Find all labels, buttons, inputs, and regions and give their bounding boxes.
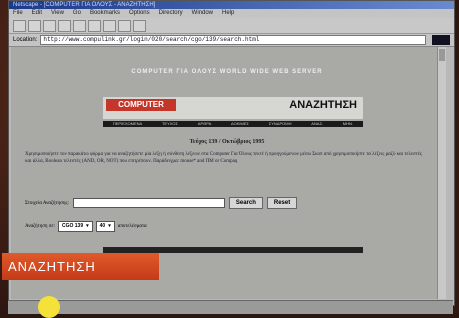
reset-button[interactable]: Reset — [266, 197, 298, 209]
back-button[interactable] — [13, 20, 26, 32]
yellow-dot — [38, 296, 60, 318]
site-nav: ΠΕΡΙΕΧΟΜΕΝΑ ΤΕΥΧΟΣ ΑΡΘΡΑ ΔΟΚΙΜΕΣ ΣΥΝΔΡΟΜ… — [103, 121, 363, 127]
search-row: Στοιχεία Αναζήτησης: Search Reset — [25, 197, 298, 209]
search-input[interactable] — [72, 198, 225, 208]
brand-logo: COMPUTER — [106, 99, 176, 111]
nav-item[interactable]: ΤΕΥΧΟΣ — [162, 121, 178, 127]
status-bar — [8, 300, 453, 314]
nav-item[interactable]: ΠΕΡΙΕΧΟΜΕΝΑ — [113, 121, 142, 127]
caption-overlay: ΑΝΑΖΗΤΗΣΗ — [2, 253, 159, 280]
url-field[interactable]: http://www.compulink.gr/login/020/search… — [40, 35, 426, 45]
menu-view[interactable]: View — [51, 9, 64, 18]
menu-help[interactable]: Help — [222, 9, 234, 18]
menu-directory[interactable]: Directory — [159, 9, 183, 18]
issue-select-value: CGO 139 — [61, 223, 84, 229]
filter-suffix: αποτελέσματα — [117, 224, 147, 229]
nav-item[interactable]: ΔΟΚΙΜΕΣ — [231, 121, 249, 127]
filter-row: Αναζήτηση σε: CGO 139 ▾ 40 ▾ αποτελέσματα — [25, 221, 147, 232]
results-select-value: 40 — [99, 223, 106, 229]
open-button[interactable] — [88, 20, 101, 32]
search-label: Στοιχεία Αναζήτησης: — [25, 200, 69, 206]
nav-item[interactable]: ΣΥΝΔΡΟΜΗ — [269, 121, 292, 127]
scrollbar-thumb[interactable] — [439, 49, 445, 61]
print-button[interactable] — [103, 20, 116, 32]
location-label: Location: — [13, 37, 38, 43]
menu-edit[interactable]: Edit — [32, 9, 42, 18]
menu-bar: File Edit View Go Bookmarks Options Dire… — [9, 9, 454, 18]
menu-bookmarks[interactable]: Bookmarks — [90, 9, 120, 18]
nav-item[interactable]: ΑΡΘΡΑ — [198, 121, 212, 127]
search-button[interactable]: Search — [228, 197, 263, 209]
filter-label: Αναζήτηση σε: — [25, 224, 55, 229]
chevron-down-icon: ▾ — [86, 223, 89, 229]
intro-text: Χρησιμοποιήστε τον παρακάτω φόρμα για να… — [25, 152, 422, 164]
window-title: Netscape - [COMPUTER ΓΙΑ ΟΛΟΥΣ - ΑΝΑΖΗΤΗ… — [9, 1, 454, 9]
issue-select[interactable]: CGO 139 ▾ — [57, 221, 93, 232]
menu-window[interactable]: Window — [192, 9, 213, 18]
toolbar — [9, 18, 454, 34]
home-button[interactable] — [43, 20, 56, 32]
nav-item[interactable]: ΑΝΑΖ. — [311, 121, 323, 127]
menu-file[interactable]: File — [13, 9, 23, 18]
find-button[interactable] — [118, 20, 131, 32]
images-button[interactable] — [73, 20, 86, 32]
page-header: COMPUTER ΑΝΑΖΗΤΗΣΗ — [103, 97, 363, 119]
page-tagline: COMPUTER ΓΙΑ ΟΛΟΥΣ WORLD WIDE WEB SERVER — [131, 69, 323, 75]
nav-item[interactable]: ΜΗΝ. — [343, 121, 353, 127]
netscape-logo — [432, 35, 450, 45]
chevron-down-icon: ▾ — [108, 223, 111, 229]
location-bar: Location: http://www.compulink.gr/login/… — [9, 34, 454, 47]
menu-options[interactable]: Options — [129, 9, 150, 18]
stop-button[interactable] — [133, 20, 146, 32]
menu-go[interactable]: Go — [73, 9, 81, 18]
forward-button[interactable] — [28, 20, 41, 32]
results-select[interactable]: 40 ▾ — [95, 221, 115, 232]
page-title: ΑΝΑΖΗΤΗΣΗ — [289, 99, 357, 111]
issue-heading: Τεύχος 139 / Οκτώβριος 1995 — [189, 139, 265, 145]
reload-button[interactable] — [58, 20, 71, 32]
vertical-scrollbar[interactable] — [437, 47, 446, 299]
